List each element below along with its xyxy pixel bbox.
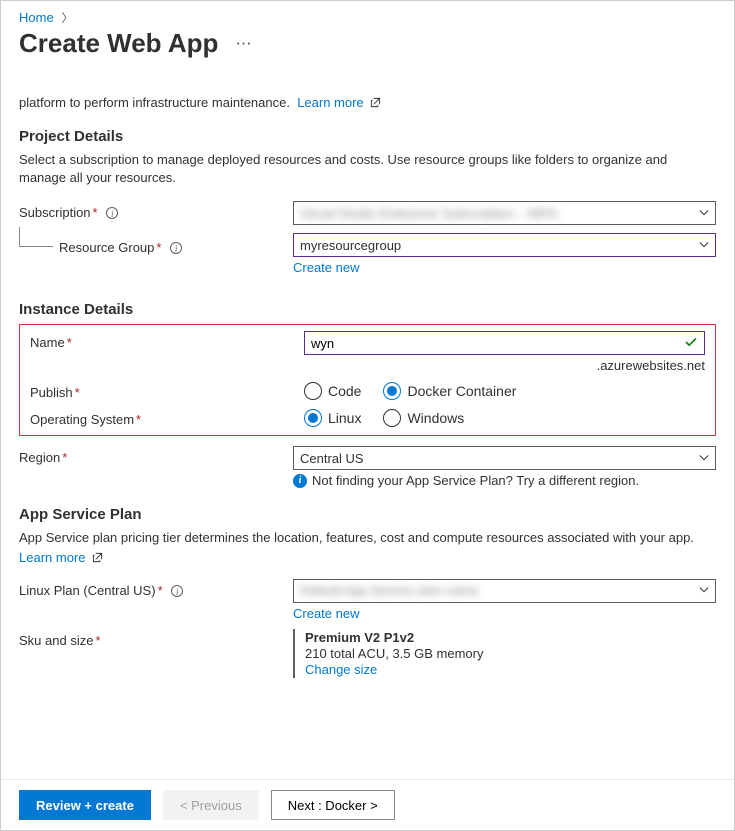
name-input[interactable] — [311, 336, 684, 351]
external-link-icon — [92, 551, 103, 562]
app-service-plan-desc: App Service plan pricing tier determines… — [19, 529, 716, 547]
change-size-link[interactable]: Change size — [305, 662, 716, 677]
more-actions-icon[interactable]: ··· — [236, 36, 252, 51]
resource-group-label: Resource Group* i — [19, 233, 293, 257]
checkmark-icon — [684, 335, 698, 352]
resource-group-select[interactable]: myresourcegroup — [293, 233, 716, 257]
info-icon[interactable]: i — [171, 585, 183, 597]
intro-text: platform to perform infrastructure maint… — [19, 95, 716, 110]
next-button[interactable]: Next : Docker > — [271, 790, 395, 820]
subscription-label: Subscription* i — [19, 201, 293, 220]
os-radio-group: Linux Windows — [304, 409, 705, 427]
name-label: Name* — [30, 331, 304, 350]
domain-suffix: .azurewebsites.net — [304, 358, 705, 373]
review-create-button[interactable]: Review + create — [19, 790, 151, 820]
page-title: Create Web App — [19, 28, 218, 59]
breadcrumb: Home 〉 — [19, 9, 716, 26]
instance-highlight-box: Name* .azurewebsites.net Publish* Cod — [19, 324, 716, 436]
info-icon[interactable]: i — [170, 242, 182, 254]
create-new-rg-link[interactable]: Create new — [293, 260, 716, 275]
section-project-details: Project Details — [19, 128, 716, 145]
tree-connector-icon — [19, 227, 53, 247]
os-label: Operating System* — [30, 408, 304, 427]
sku-summary: Premium V2 P1v2 210 total ACU, 3.5 GB me… — [293, 629, 716, 678]
name-input-wrap — [304, 331, 705, 355]
previous-button: < Previous — [163, 790, 259, 820]
publish-label: Publish* — [30, 381, 304, 400]
region-hint: i Not finding your App Service Plan? Try… — [293, 473, 716, 488]
learn-more-link[interactable]: Learn more — [297, 95, 381, 110]
external-link-icon — [370, 96, 381, 107]
section-instance-details: Instance Details — [19, 301, 716, 318]
create-new-plan-link[interactable]: Create new — [293, 606, 716, 621]
os-radio-windows[interactable]: Windows — [383, 409, 464, 427]
publish-radio-docker[interactable]: Docker Container — [383, 382, 516, 400]
subscription-select[interactable]: Visual Studio Enterprise Subscription – … — [293, 201, 716, 225]
info-icon[interactable]: i — [106, 207, 118, 219]
project-details-desc: Select a subscription to manage deployed… — [19, 151, 716, 187]
linux-plan-select[interactable]: Default App Service plan name — [293, 579, 716, 603]
chevron-down-icon — [699, 583, 709, 598]
sku-label: Sku and size* — [19, 629, 293, 648]
info-icon: i — [293, 474, 307, 488]
region-label: Region* — [19, 446, 293, 465]
sku-name: Premium V2 P1v2 — [305, 630, 716, 645]
linux-plan-label: Linux Plan (Central US)* i — [19, 579, 293, 598]
publish-radio-group: Code Docker Container — [304, 382, 705, 400]
chevron-right-icon: 〉 — [61, 11, 73, 25]
breadcrumb-home-link[interactable]: Home — [19, 10, 54, 25]
learn-more-asp-link[interactable]: Learn more — [19, 550, 103, 565]
section-app-service-plan: App Service Plan — [19, 506, 716, 523]
chevron-down-icon — [699, 206, 709, 221]
sku-spec: 210 total ACU, 3.5 GB memory — [305, 646, 716, 661]
wizard-footer: Review + create < Previous Next : Docker… — [1, 779, 734, 830]
publish-radio-code[interactable]: Code — [304, 382, 361, 400]
chevron-down-icon — [699, 451, 709, 466]
os-radio-linux[interactable]: Linux — [304, 409, 361, 427]
chevron-down-icon — [699, 238, 709, 253]
region-select[interactable]: Central US — [293, 446, 716, 470]
